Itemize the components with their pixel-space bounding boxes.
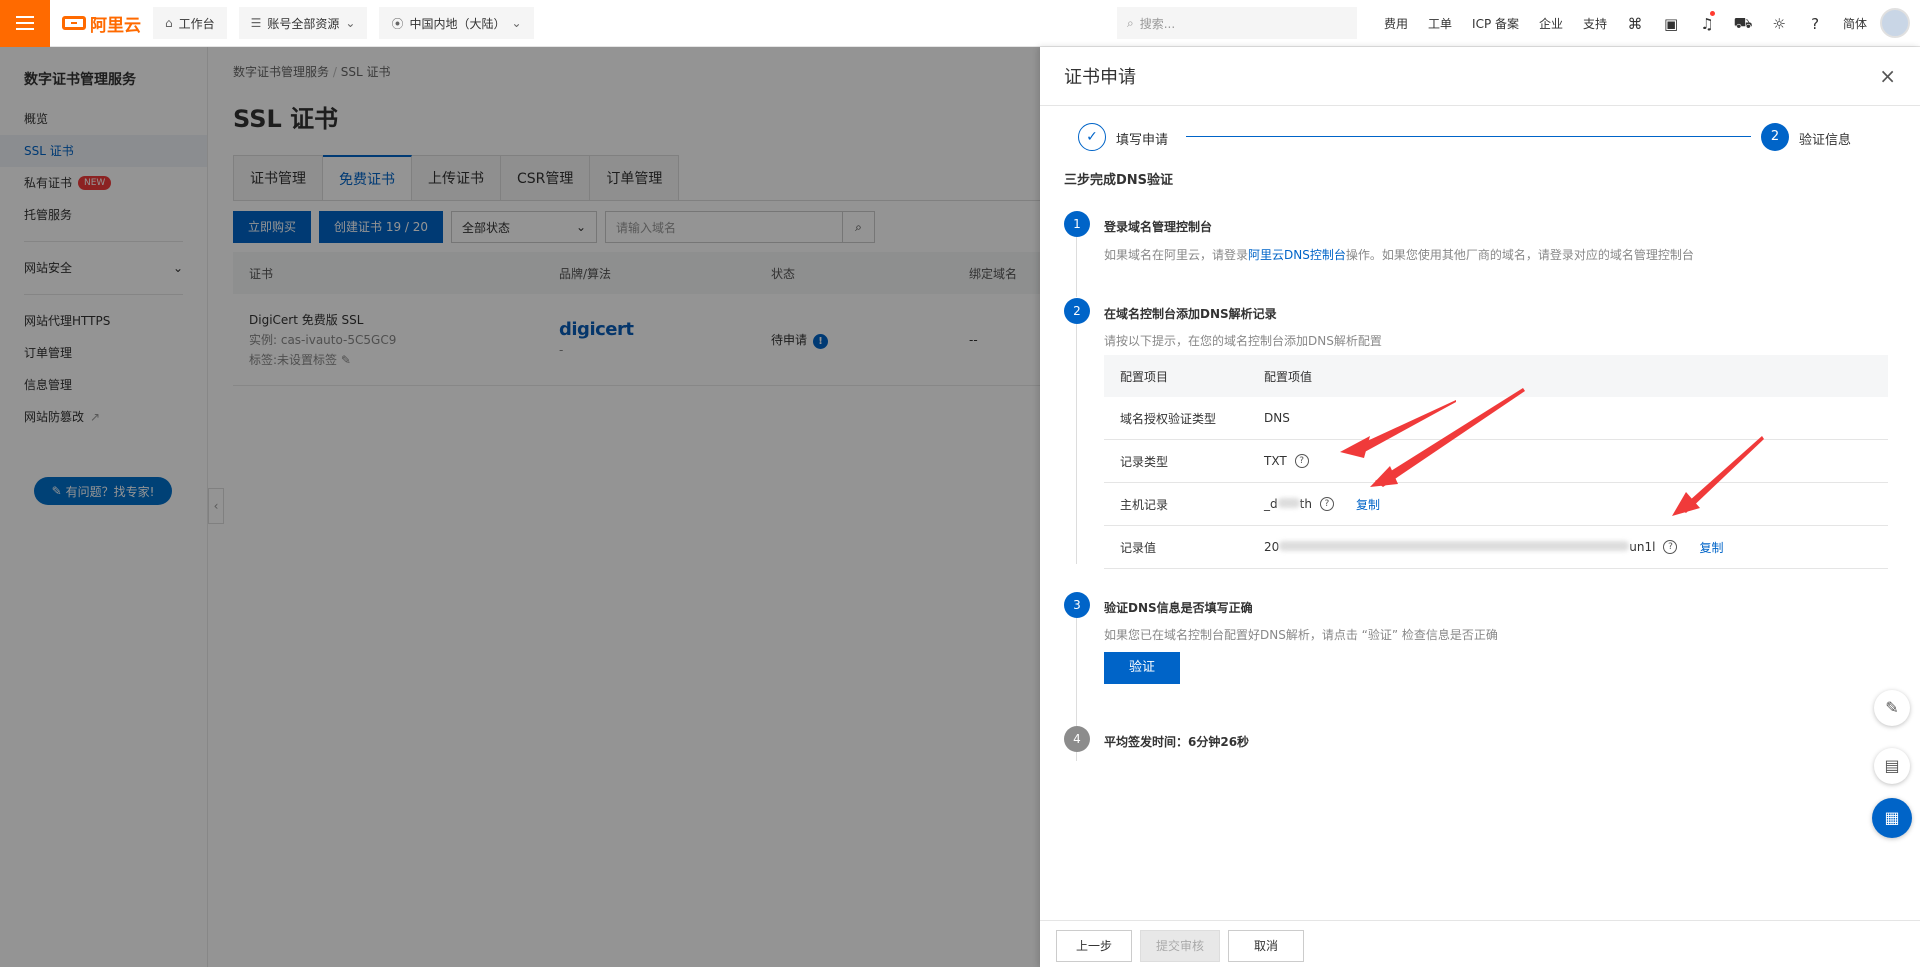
cert-apply-drawer: 证书申请 × ✓ 填写申请 2 验证信息 三步完成DNS验证 1 登录域名管理控… xyxy=(1040,47,1920,967)
step-3-desc: 如果您已在域名控制台配置好DNS解析，请点击 “验证” 检查信息是否正确 xyxy=(1104,628,1498,642)
help-icon[interactable]: ? xyxy=(1319,497,1334,511)
cart-icon[interactable]: ⛟ xyxy=(1725,14,1761,34)
redacted-blur xyxy=(1279,541,1630,551)
step-2-label: 验证信息 xyxy=(1799,133,1852,148)
table-row: 记录值 20 un1l? 复制 xyxy=(1104,526,1888,569)
copy-host-button[interactable]: 复制 xyxy=(1356,496,1380,513)
dns-console-link[interactable]: 阿里云DNS控制台 xyxy=(1248,248,1346,262)
aliyun-logo[interactable]: 阿里云 xyxy=(62,11,141,36)
drawer-header: 证书申请 × xyxy=(1040,47,1920,106)
hamburger-menu-icon[interactable] xyxy=(0,0,50,47)
help-icon[interactable]: ? xyxy=(1797,15,1833,33)
step-1-desc: 如果域名在阿里云，请登录阿里云DNS控制台操作。如果您使用其他厂商的域名，请登录… xyxy=(1104,248,1694,262)
step-line xyxy=(1076,324,1077,564)
cancel-button[interactable]: 取消 xyxy=(1228,930,1304,962)
location-icon: ⦿ xyxy=(391,16,404,31)
chevron-down-icon: ⌄ xyxy=(345,16,356,30)
verify-button[interactable]: 验证 xyxy=(1104,652,1180,684)
step-number-1: 1 xyxy=(1064,211,1090,237)
step-3-title: 验证DNS信息是否填写正确 xyxy=(1104,601,1253,615)
top-bar: 阿里云 ⌂ 工作台 ☰ 账号全部资源 ⌄ ⦿ 中国内地（大陆） ⌄ ⌕ 搜索... 费用 工… xyxy=(0,0,1920,47)
submit-button[interactable]: 提交审核 xyxy=(1140,930,1220,962)
language-switch[interactable]: 简体 xyxy=(1833,15,1877,32)
stepper: ✓ 填写申请 2 验证信息 xyxy=(1078,123,1888,151)
nav-fees[interactable]: 费用 xyxy=(1374,15,1418,32)
table-row: 域名授权验证类型 DNS xyxy=(1104,397,1888,440)
chat-icon[interactable]: ▤ xyxy=(1874,748,1910,784)
help-icon[interactable]: ? xyxy=(1294,454,1309,468)
nav-tickets[interactable]: 工单 xyxy=(1418,15,1462,32)
resources-dropdown[interactable]: ☰ 账号全部资源 ⌄ xyxy=(238,7,368,39)
apps-icon[interactable]: ▦ xyxy=(1872,798,1912,838)
edit-icon[interactable]: ✎ xyxy=(1874,690,1910,726)
modal-overlay[interactable] xyxy=(0,47,1040,967)
step-2-desc: 请按以下提示，在您的域名控制台添加DNS解析配置 xyxy=(1104,334,1382,348)
record-value: 20 un1l xyxy=(1264,540,1656,554)
step-1-label: 填写申请 xyxy=(1116,133,1169,148)
cloud-shell-icon[interactable]: ⌘ xyxy=(1617,15,1653,33)
table-row: 主机记录 _d th? 复制 xyxy=(1104,483,1888,526)
help-icon[interactable]: ? xyxy=(1663,540,1678,554)
drawer-footer: 上一步 提交审核 取消 xyxy=(1040,920,1920,967)
prev-button[interactable]: 上一步 xyxy=(1056,930,1132,962)
region-dropdown[interactable]: ⦿ 中国内地（大陆） ⌄ xyxy=(379,7,534,39)
drawer-title: 证书申请 xyxy=(1064,67,1136,88)
home-icon: ⌂ xyxy=(165,16,173,30)
avatar[interactable] xyxy=(1880,8,1910,38)
step-2-title: 在域名控制台添加DNS解析记录 xyxy=(1104,307,1277,321)
chevron-down-icon: ⌄ xyxy=(511,16,522,30)
host-record-value: _d th xyxy=(1264,497,1312,511)
list-icon: ☰ xyxy=(250,16,262,30)
close-icon[interactable]: × xyxy=(1879,64,1896,88)
step-number-3: 3 xyxy=(1064,592,1090,618)
table-header: 配置项目 配置项值 xyxy=(1104,355,1888,397)
nav-enterprise[interactable]: 企业 xyxy=(1529,15,1573,32)
dns-config-table: 配置项目 配置项值 域名授权验证类型 DNS 记录类型 TXT? 主机记录 _d th? 复… xyxy=(1104,355,1888,569)
step-2-indicator: 2 xyxy=(1761,123,1789,151)
step-number-2: 2 xyxy=(1064,298,1090,324)
check-icon: ✓ xyxy=(1078,123,1106,151)
search-icon: ⌕ xyxy=(1127,15,1134,30)
section-heading: 三步完成DNS验证 xyxy=(1064,173,1174,188)
step-connector xyxy=(1186,136,1751,137)
lightbulb-icon[interactable]: ☼ xyxy=(1761,15,1797,33)
step-line xyxy=(1076,237,1077,297)
step-4-title: 平均签发时间：6分钟26秒 xyxy=(1104,735,1250,749)
table-row: 记录类型 TXT? xyxy=(1104,440,1888,483)
workbench-button[interactable]: ⌂ 工作台 xyxy=(153,7,227,39)
bell-icon[interactable]: ♫ xyxy=(1689,10,1725,33)
copy-value-button[interactable]: 复制 xyxy=(1699,539,1723,556)
nav-support[interactable]: 支持 xyxy=(1573,15,1617,32)
step-1-title: 登录域名管理控制台 xyxy=(1104,220,1213,234)
step-number-4: 4 xyxy=(1064,726,1090,752)
global-search-input[interactable]: ⌕ 搜索... xyxy=(1117,7,1357,39)
redacted-blur xyxy=(1277,498,1300,508)
nav-icp[interactable]: ICP 备案 xyxy=(1462,15,1529,32)
terminal-icon[interactable]: ▣ xyxy=(1653,15,1689,33)
